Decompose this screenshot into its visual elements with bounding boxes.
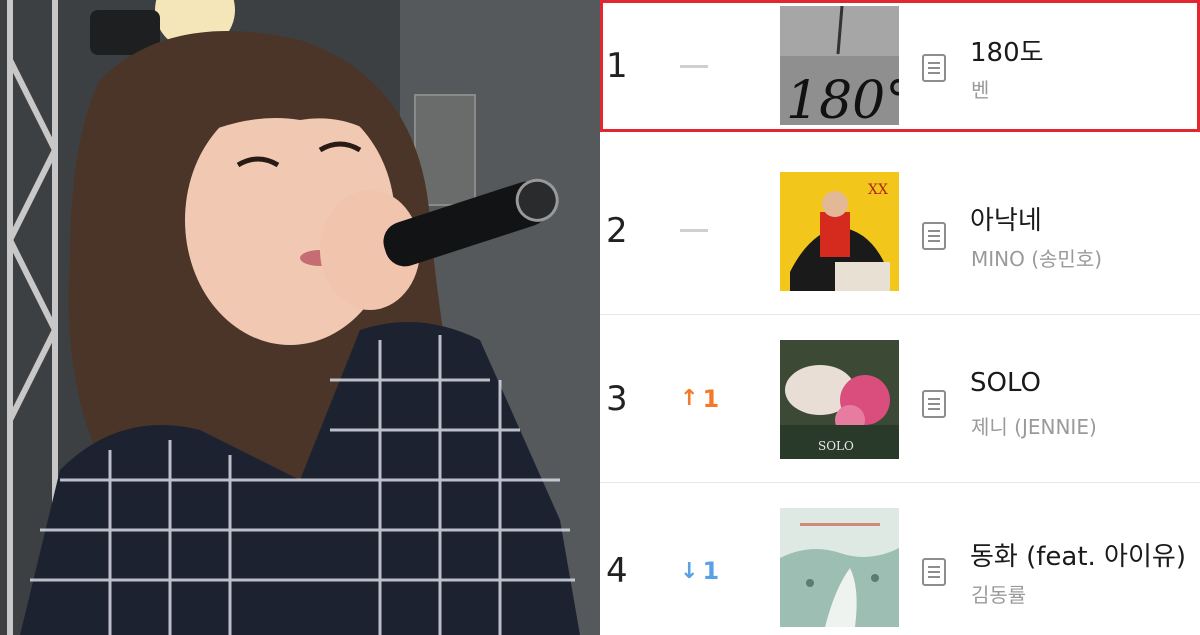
song-title[interactable]: 아낙네 [970, 200, 1042, 237]
artist-name[interactable]: MINO (송민호) [971, 243, 1102, 272]
performer-photo [0, 0, 600, 635]
song-title[interactable]: 180도 [970, 32, 1044, 69]
no-change-icon [680, 64, 708, 68]
album-cover[interactable] [780, 508, 899, 627]
album-cover[interactable]: SOLO [780, 340, 899, 459]
chart-row-4[interactable]: 4 ↓ 1 동화 (feat. 아이유) 김동률 [600, 483, 1200, 635]
artist-name[interactable]: 김동률 [971, 579, 1026, 608]
chart-row-1[interactable]: 1 180° 180도 벤 [600, 0, 1200, 132]
song-title[interactable]: 동화 (feat. 아이유) [970, 536, 1186, 573]
lyrics-icon[interactable] [922, 54, 946, 82]
album-cover[interactable]: XX [780, 172, 899, 291]
rank-change-same [680, 0, 708, 132]
rank-number: 1 [606, 46, 628, 86]
album-cover[interactable]: 180° [780, 6, 899, 125]
artist-name[interactable]: 제니 (JENNIE) [971, 411, 1097, 440]
song-title[interactable]: SOLO [970, 368, 1041, 398]
music-chart: 1 180° 180도 벤 2 XX 아낙네 MINO (송민호) 3 ↑ 1 … [600, 0, 1200, 635]
rank-change-up: ↑ 1 [680, 384, 720, 413]
artist-name[interactable]: 벤 [971, 74, 989, 103]
arrow-up-icon: ↑ [680, 386, 699, 411]
chart-row-2[interactable]: 2 XX 아낙네 MINO (송민호) [600, 147, 1200, 315]
lyrics-icon[interactable] [922, 558, 946, 586]
svg-text:XX: XX [868, 182, 888, 198]
rank-number: 2 [606, 210, 628, 251]
rank-number: 4 [606, 551, 628, 591]
rank-change-same [680, 147, 708, 314]
svg-text:SOLO: SOLO [818, 439, 854, 453]
rank-change-down: ↓ 1 [680, 557, 720, 585]
no-change-icon [680, 229, 708, 232]
rank-number: 3 [606, 378, 628, 419]
chart-row-3[interactable]: 3 ↑ 1 SOLO SOLO 제니 (JENNIE) [600, 315, 1200, 483]
lyrics-icon[interactable] [922, 390, 946, 418]
arrow-down-icon: ↓ [680, 558, 699, 584]
svg-text:180°: 180° [786, 71, 899, 125]
lyrics-icon[interactable] [922, 222, 946, 250]
